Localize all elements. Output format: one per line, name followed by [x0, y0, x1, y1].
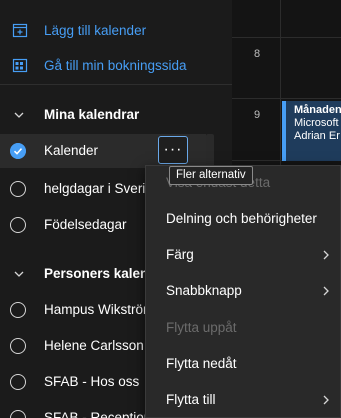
menu-item-label: Flytta nedåt — [166, 356, 237, 371]
menu-item-label: Flytta uppåt — [166, 320, 237, 335]
tooltip: Fler alternativ — [169, 166, 253, 185]
menu-item-label: Delning och behörigheter — [166, 211, 317, 226]
calendar-item-label: helgdagar i Sverige — [44, 181, 161, 196]
hour-label: 9 — [254, 109, 261, 121]
menu-item-sharing-permissions[interactable]: Delning och behörigheter — [146, 202, 341, 236]
calendar-add-icon — [12, 23, 28, 38]
chevron-right-icon — [323, 286, 329, 296]
menu-item-move-up: Flytta uppåt — [146, 311, 341, 345]
booking-page-icon — [12, 58, 28, 73]
calendar-item-label: SFAB - Reception — [44, 410, 152, 418]
menu-item-label: Snabbknapp — [166, 283, 242, 298]
menu-item-label: Flytta till — [166, 392, 216, 407]
add-calendar-button[interactable]: Lägg till kalender — [0, 15, 232, 45]
chevron-right-icon — [323, 250, 329, 260]
context-menu: Visa endast detta Delning och behörighet… — [145, 165, 341, 418]
calendar-item-label: Hampus Wikström — [44, 302, 155, 317]
hour-line — [232, 98, 341, 99]
unchecked-circle-icon[interactable] — [10, 338, 26, 354]
event-location: Microsoft — [294, 117, 339, 129]
chevron-down-icon — [14, 112, 24, 118]
calendar-item-label: Födelsedagar — [44, 217, 127, 232]
menu-item-color[interactable]: Färg — [146, 238, 341, 272]
event-organizer: Adrian Er — [294, 130, 340, 142]
calendar-item-label: SFAB - Hos oss — [44, 374, 140, 389]
menu-item-label: Färg — [166, 247, 194, 262]
menu-item-shortcut[interactable]: Snabbknapp — [146, 274, 341, 308]
booking-page-label: Gå till min bokningssida — [44, 57, 187, 73]
calendar-item-label: Helene Carlsson — [44, 338, 144, 353]
hour-line — [232, 37, 341, 38]
sidebar-divider — [0, 84, 232, 85]
menu-item-move-down[interactable]: Flytta nedåt — [146, 347, 341, 381]
menu-item-move-to[interactable]: Flytta till — [146, 383, 341, 417]
more-options-button[interactable]: ··· — [158, 136, 188, 164]
group-header-my-calendars[interactable]: Mina kalendrar — [0, 102, 232, 128]
unchecked-circle-icon[interactable] — [10, 410, 26, 418]
calendar-item-label: Kalender — [44, 143, 99, 158]
checkmark-circle-icon[interactable] — [10, 143, 26, 159]
group-label: Mina kalendrar — [44, 107, 140, 122]
unchecked-circle-icon[interactable] — [10, 374, 26, 390]
event-title: Månadens — [294, 104, 341, 116]
unchecked-circle-icon[interactable] — [10, 302, 26, 318]
chevron-down-icon — [14, 271, 24, 277]
calendar-event[interactable]: Månadens Microsoft Adrian Er — [282, 101, 341, 161]
unchecked-circle-icon[interactable] — [10, 181, 26, 197]
hour-label: 8 — [254, 48, 261, 60]
chevron-right-icon — [323, 395, 329, 405]
add-calendar-label: Lägg till kalender — [44, 22, 147, 38]
booking-page-button[interactable]: Gå till min bokningssida — [0, 50, 232, 80]
unchecked-circle-icon[interactable] — [10, 217, 26, 233]
